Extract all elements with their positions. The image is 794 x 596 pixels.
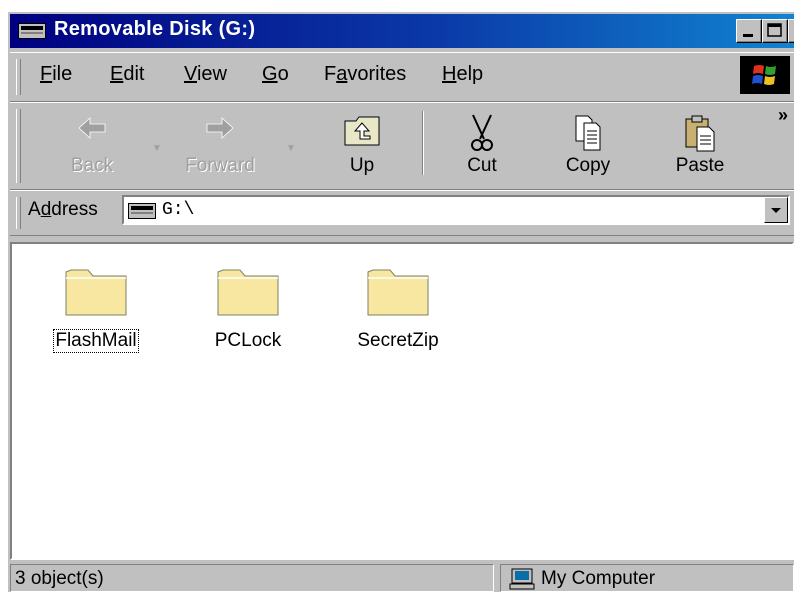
windows-logo-icon <box>740 56 790 94</box>
forward-arrow-icon <box>206 117 234 139</box>
forward-dropdown-icon[interactable]: ▼ <box>286 143 296 154</box>
status-object-count: 3 object(s) <box>10 564 494 592</box>
copy-button[interactable]: Copy <box>544 109 632 181</box>
standard-toolbar: Back ▼ Forward ▼ Up Cut Copy Paste » <box>10 102 794 190</box>
copy-icon <box>575 115 601 151</box>
menu-bar-grip[interactable] <box>16 59 21 95</box>
address-label: Address <box>28 199 98 220</box>
status-zone-label: My Computer <box>541 568 656 589</box>
menu-favorites[interactable]: Favorites <box>324 63 406 86</box>
toolbar-grip[interactable] <box>16 109 21 183</box>
title-bar[interactable]: Removable Disk (G:) <box>10 14 794 48</box>
explorer-window: Removable Disk (G:) File Edit View Go Fa… <box>8 12 794 592</box>
cut-label: Cut <box>467 155 497 176</box>
removable-disk-icon <box>128 203 156 224</box>
forward-label: Forward <box>185 155 255 176</box>
back-dropdown-icon[interactable]: ▼ <box>152 143 162 154</box>
scissors-icon <box>471 114 493 151</box>
menu-view[interactable]: View <box>184 63 227 86</box>
back-button[interactable]: Back <box>48 109 136 181</box>
cut-button[interactable]: Cut <box>438 109 526 181</box>
menu-go[interactable]: Go <box>262 63 289 86</box>
removable-disk-icon <box>18 23 46 44</box>
folder-icon <box>367 269 429 316</box>
address-bar: Address G:\ <box>10 190 794 236</box>
menu-help[interactable]: Help <box>442 63 483 86</box>
close-button[interactable] <box>788 19 794 43</box>
window-title: Removable Disk (G:) <box>54 18 256 40</box>
up-folder-icon <box>344 116 380 146</box>
file-list-view[interactable]: FlashMail PCLock SecretZip <box>10 242 794 560</box>
copy-label: Copy <box>565 155 611 176</box>
file-item[interactable]: SecretZip <box>338 262 458 352</box>
up-button[interactable]: Up <box>318 109 406 181</box>
file-item-name: PCLock <box>214 330 282 351</box>
up-label: Up <box>349 155 375 176</box>
address-value: G:\ <box>162 200 195 220</box>
folder-icon <box>217 269 279 316</box>
toolbar-chevron[interactable]: » <box>778 105 788 126</box>
file-item[interactable]: FlashMail <box>36 262 156 353</box>
paste-icon <box>685 115 715 152</box>
status-zone: My Computer <box>500 564 794 592</box>
address-dropdown-button[interactable] <box>764 197 788 223</box>
address-field[interactable]: G:\ <box>122 195 790 225</box>
menu-bar: File Edit View Go Favorites Help <box>10 52 794 102</box>
menu-edit[interactable]: Edit <box>110 63 144 86</box>
file-item[interactable]: PCLock <box>188 262 308 352</box>
maximize-button[interactable] <box>762 19 788 43</box>
file-item-name: SecretZip <box>357 330 439 351</box>
chevron-down-icon <box>771 208 781 213</box>
back-arrow-icon <box>78 117 106 139</box>
file-item-name: FlashMail <box>53 329 139 353</box>
menu-file[interactable]: File <box>40 63 72 86</box>
folder-icon <box>65 269 127 316</box>
forward-button[interactable]: Forward <box>176 109 264 181</box>
address-grip[interactable] <box>16 197 21 229</box>
paste-label: Paste <box>675 155 725 176</box>
status-bar: 3 object(s) My Computer <box>10 562 794 592</box>
paste-button[interactable]: Paste <box>656 109 744 181</box>
back-label: Back <box>70 155 114 176</box>
minimize-button[interactable] <box>736 19 762 43</box>
toolbar-separator <box>422 111 424 175</box>
